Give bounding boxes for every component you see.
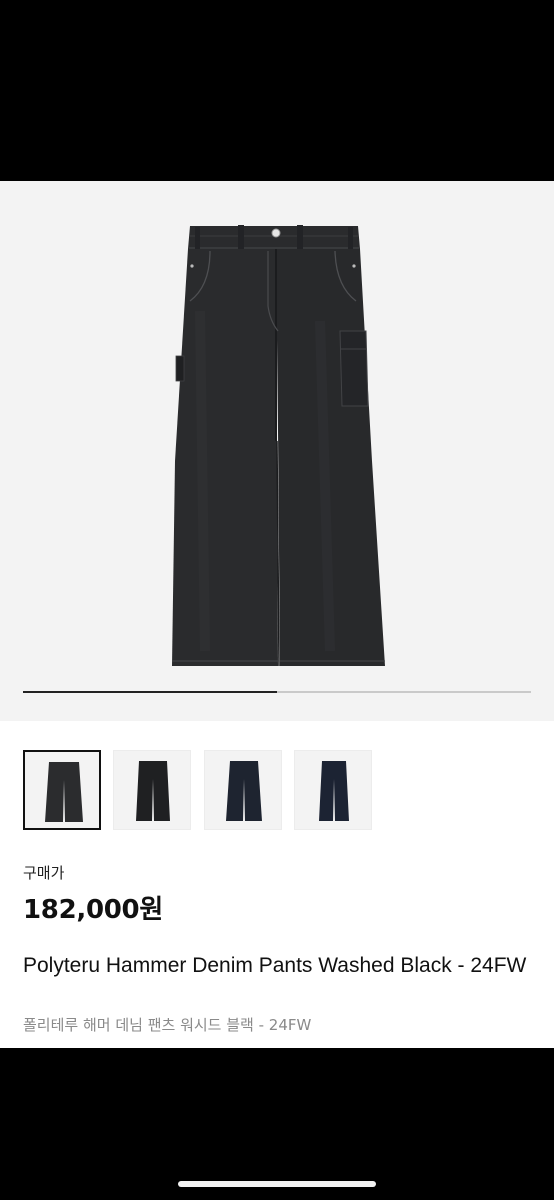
- pants-main-image: [172, 225, 385, 667]
- product-image-carousel[interactable]: [0, 181, 554, 721]
- product-content: 구매가 182,000원 Polyteru Hammer Denim Pants…: [0, 181, 554, 1048]
- product-title: Polyteru Hammer Denim Pants Washed Black…: [23, 954, 527, 977]
- thumbnail-2[interactable]: [113, 750, 191, 830]
- indigo-pants-thumbnail-icon: [319, 761, 349, 821]
- thumbnail-strip: [23, 750, 543, 830]
- washed-black-pants-thumbnail-icon: [45, 762, 83, 822]
- bottom-black-bar: [0, 1048, 554, 1200]
- dark-indigo-pants-thumbnail-icon: [226, 761, 262, 821]
- black-pants-thumbnail-icon: [136, 761, 170, 821]
- image-progress-fill: [23, 691, 277, 693]
- thumbnail-3[interactable]: [204, 750, 282, 830]
- top-black-bar: [0, 0, 554, 181]
- product-price: 182,000원: [23, 895, 163, 925]
- image-progress-track: [23, 691, 531, 693]
- price-label: 구매가: [23, 864, 65, 882]
- home-indicator[interactable]: [178, 1181, 376, 1187]
- product-subtitle: 폴리테루 해머 데님 팬츠 워시드 블랙 - 24FW: [23, 1016, 312, 1034]
- thumbnail-4[interactable]: [294, 750, 372, 830]
- thumbnail-1[interactable]: [23, 750, 101, 830]
